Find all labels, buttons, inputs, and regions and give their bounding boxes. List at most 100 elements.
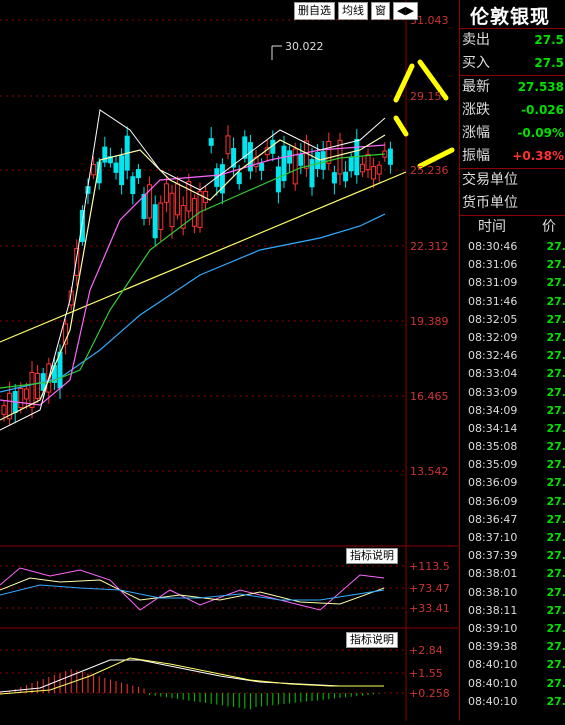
trade-price: 27. (547, 493, 565, 511)
trade-price: 27. (547, 638, 565, 656)
trade-price: 27. (547, 420, 565, 438)
trade-time: 08:38:10 (468, 584, 547, 602)
trade-time: 08:30:46 (468, 238, 547, 256)
trade-row: 08:35:0827. (460, 438, 565, 456)
candle-body (237, 173, 241, 184)
macd-signal-line (0, 658, 384, 694)
trade-time: 08:38:11 (468, 602, 547, 620)
candle-body (187, 182, 191, 211)
trade-list[interactable]: 08:30:4627.08:31:0627.08:31:0927.08:31:4… (460, 238, 565, 711)
quote-row: 最新27.538 (460, 75, 565, 99)
trade-price: 27. (547, 565, 565, 583)
trade-time: 08:40:10 (468, 656, 547, 674)
quote-label: 卖出 (462, 29, 490, 52)
candle-body (103, 147, 107, 162)
candlestick-chart: +113.5+73.47+33.41 +2.84+1.55+0.258 31.0… (0, 0, 458, 721)
trade-time: 08:34:09 (468, 402, 547, 420)
window-button[interactable]: 窗 (371, 2, 390, 20)
quote-row: 涨幅-0.09% (460, 122, 565, 145)
indicator-tick-label: +33.41 (409, 602, 450, 615)
trade-time: 08:33:04 (468, 365, 547, 383)
trade-price: 27. (547, 693, 565, 711)
trade-time: 08:32:09 (468, 329, 547, 347)
price-tick-label: 16.465 (410, 390, 449, 403)
trade-price: 27. (547, 474, 565, 492)
price-tick-label: 19.389 (410, 315, 449, 328)
candle-body (366, 154, 370, 169)
trade-row: 08:33:0427. (460, 365, 565, 383)
trade-time: 08:32:05 (468, 311, 547, 329)
trade-row: 08:36:0927. (460, 493, 565, 511)
quote-label: 买入 (462, 52, 490, 75)
moving-average-button[interactable]: 均线 (338, 2, 368, 20)
indicator-help-button[interactable]: 指标说明 (346, 632, 398, 648)
candle-body (198, 192, 202, 228)
instrument-title: 伦敦银现 (460, 0, 565, 28)
trade-price: 27. (547, 274, 565, 292)
price-tick-label: 29.15 (410, 90, 442, 103)
trade-time: 08:37:10 (468, 529, 547, 547)
trade-time: 08:31:46 (468, 293, 547, 311)
chart-area[interactable]: 删自选 均线 窗 ◀▶ +113.5+73.47+33.41 +2.84+1.5… (0, 0, 458, 721)
trade-price: 27. (547, 293, 565, 311)
quote-value: -0.026 (521, 99, 564, 122)
quote-label: 货币单位 (462, 192, 518, 215)
trade-price: 27. (547, 456, 565, 474)
quote-value: 27.5 (534, 29, 564, 52)
indicator-tick-label: +1.55 (409, 667, 443, 680)
trade-row: 08:37:3927. (460, 547, 565, 565)
trade-row: 08:39:1027. (460, 620, 565, 638)
trade-time: 08:31:06 (468, 256, 547, 274)
trade-time: 08:36:09 (468, 493, 547, 511)
quote-value: -0.09% (517, 122, 564, 145)
high-price-annotation: 30.022 (285, 40, 324, 53)
trade-row: 08:35:0927. (460, 456, 565, 474)
trade-row: 08:37:1027. (460, 529, 565, 547)
candle-body (192, 199, 196, 227)
trade-row: 08:36:4727. (460, 511, 565, 529)
candle-body (276, 167, 280, 192)
indicator-tick-label: +0.258 (409, 687, 450, 700)
candle-body (120, 156, 124, 185)
trade-price: 27. (547, 256, 565, 274)
candle-body (136, 170, 140, 178)
trade-time: 08:34:14 (468, 420, 547, 438)
trade-row: 08:38:1127. (460, 602, 565, 620)
trade-time: 08:38:01 (468, 565, 547, 583)
quote-row: 卖出 27.5 (460, 29, 565, 52)
trade-time: 08:36:47 (468, 511, 547, 529)
trade-row: 08:31:0927. (460, 274, 565, 292)
quote-row: 货币单位 (460, 192, 565, 215)
candle-body (288, 151, 292, 163)
candle-body (377, 165, 381, 174)
trade-price: 27. (547, 675, 565, 693)
trade-row: 08:40:1027. (460, 656, 565, 674)
candle-body (260, 163, 264, 170)
indicator-line (0, 585, 384, 600)
expand-icon[interactable]: ◀▶ (393, 2, 418, 20)
indicator-tick-label: +73.47 (409, 582, 450, 595)
trade-row: 08:39:3827. (460, 638, 565, 656)
trade-row: 08:32:0527. (460, 311, 565, 329)
trade-price: 27. (547, 529, 565, 547)
quote-list: 卖出27.5买入27.5最新27.538涨跌-0.026涨幅-0.09%振幅+0… (460, 29, 565, 215)
trend-line (0, 172, 406, 342)
trade-price: 27. (547, 402, 565, 420)
quote-label: 最新 (462, 76, 490, 99)
quote-row: 买入27.5 (460, 52, 565, 75)
trade-price: 27. (547, 602, 565, 620)
candle-body (36, 373, 40, 398)
trade-price: 27. (547, 384, 565, 402)
candle-body (304, 141, 308, 168)
candle-body (316, 153, 320, 169)
candle-body (114, 163, 118, 172)
candle-body (159, 203, 163, 229)
candle-body (299, 155, 303, 166)
trade-price: 27. (547, 329, 565, 347)
candle-body (332, 173, 336, 183)
trade-price: 27. (547, 311, 565, 329)
remove-watchlist-button[interactable]: 删自选 (294, 2, 335, 20)
indicator-tick-label: +113.5 (409, 560, 450, 573)
indicator-help-button[interactable]: 指标说明 (346, 548, 398, 564)
candle-body (344, 172, 348, 181)
